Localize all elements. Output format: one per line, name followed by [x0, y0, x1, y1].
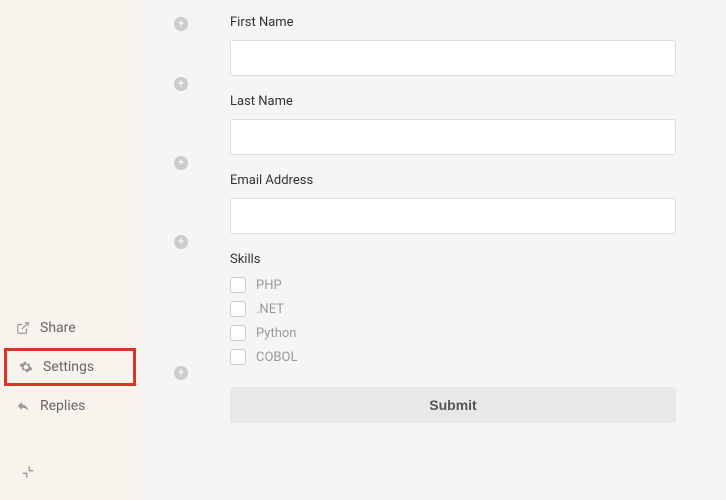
checkbox-dotnet[interactable] — [230, 301, 246, 317]
checkbox-php[interactable] — [230, 277, 246, 293]
checkbox-python[interactable] — [230, 325, 246, 341]
sidebar-item-settings[interactable]: Settings — [4, 348, 136, 386]
add-field-button[interactable]: + — [174, 235, 188, 249]
reply-icon — [16, 399, 30, 413]
form-field-last-name: + Last Name — [230, 94, 676, 155]
sidebar: Share Settings Replies — [0, 0, 140, 500]
checkbox-item: .NET — [230, 301, 676, 317]
sidebar-item-label: Replies — [40, 398, 85, 414]
sidebar-item-share[interactable]: Share — [0, 310, 140, 346]
add-field-button[interactable]: + — [174, 156, 188, 170]
form-field-first-name: + First Name — [230, 15, 676, 76]
first-name-input[interactable] — [230, 40, 676, 76]
add-field-button[interactable]: + — [174, 77, 188, 91]
add-field-button[interactable]: + — [174, 366, 188, 380]
collapse-icon[interactable] — [20, 464, 36, 480]
gear-icon — [19, 360, 33, 374]
form-builder-main: + First Name + Last Name + Email Address… — [140, 0, 726, 500]
email-input[interactable] — [230, 198, 676, 234]
form-field-email: + Email Address — [230, 173, 676, 234]
field-label: First Name — [230, 15, 676, 30]
skills-checkbox-group: PHP .NET Python COBOL — [230, 277, 676, 365]
last-name-input[interactable] — [230, 119, 676, 155]
checkbox-cobol[interactable] — [230, 349, 246, 365]
checkbox-item: PHP — [230, 277, 676, 293]
external-link-icon — [16, 321, 30, 335]
field-label: Last Name — [230, 94, 676, 109]
checkbox-label: Python — [256, 326, 296, 341]
checkbox-item: Python — [230, 325, 676, 341]
checkbox-label: COBOL — [256, 350, 297, 365]
checkbox-label: PHP — [256, 278, 282, 293]
field-label: Email Address — [230, 173, 676, 188]
add-field-button[interactable]: + — [174, 17, 188, 31]
sidebar-item-label: Settings — [43, 359, 94, 375]
form-field-skills: + Skills PHP .NET Python COBOL — [230, 252, 676, 365]
submit-button[interactable]: Submit — [230, 387, 676, 423]
sidebar-item-replies[interactable]: Replies — [0, 388, 140, 424]
checkbox-label: .NET — [256, 302, 284, 317]
checkbox-item: COBOL — [230, 349, 676, 365]
sidebar-item-label: Share — [40, 320, 76, 336]
field-label: Skills — [230, 252, 676, 267]
submit-wrapper: + Submit — [230, 383, 676, 423]
